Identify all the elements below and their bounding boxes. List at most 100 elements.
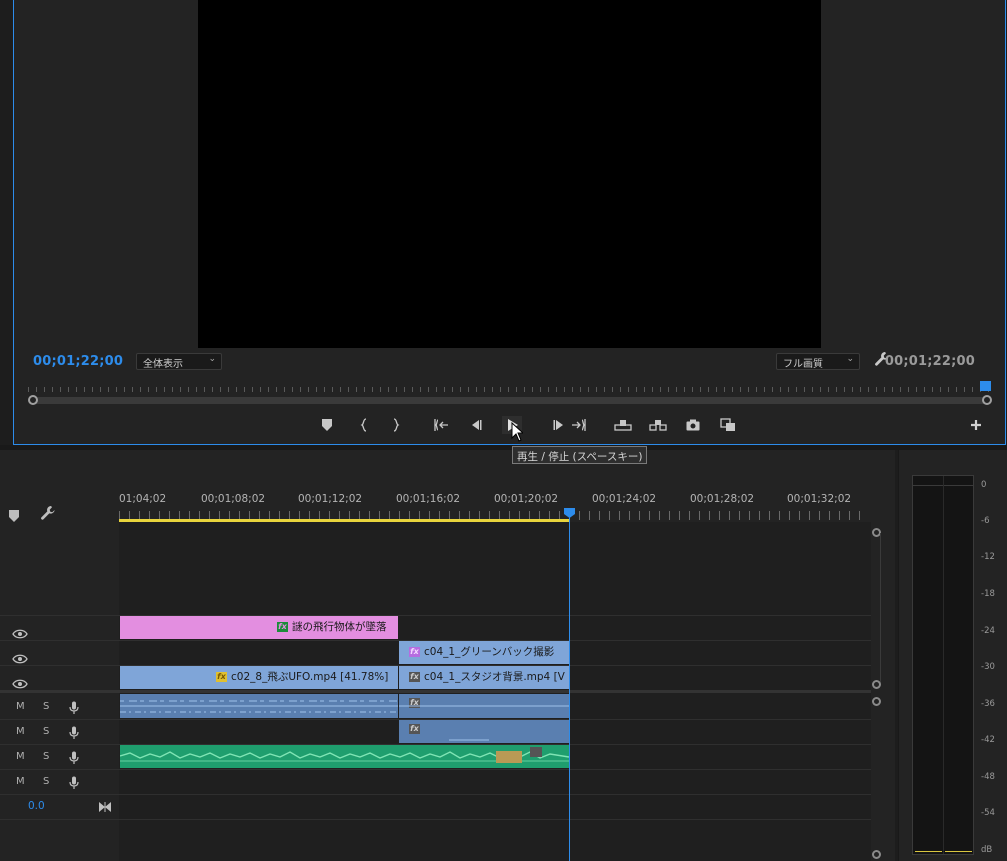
- go-to-in-button[interactable]: [431, 416, 451, 434]
- master-volume-value[interactable]: 0.0: [28, 800, 45, 812]
- track-separator: [0, 819, 871, 820]
- audio-clip[interactable]: fx: [399, 720, 569, 743]
- mute-track-button[interactable]: M: [16, 776, 25, 787]
- go-to-out-button[interactable]: [569, 416, 589, 434]
- green-screen-clip[interactable]: fx c04_1_グリーンバック撮影: [399, 641, 569, 664]
- export-frame-button[interactable]: [683, 416, 703, 434]
- db-label: 0: [981, 480, 987, 490]
- fx-badge-icon: fx: [216, 671, 227, 682]
- audio-meter-panel: 0 -6 -12 -18 -24 -30 -36 -42 -48 -54 dB: [898, 450, 1007, 861]
- video-track-scrollbar[interactable]: [880, 533, 881, 683]
- audio-clip[interactable]: [120, 694, 398, 718]
- camera-icon: [686, 419, 700, 431]
- toggle-track-output-eye-icon[interactable]: [12, 649, 28, 664]
- track-separator: [0, 769, 871, 770]
- toggle-track-output-eye-icon[interactable]: [12, 624, 28, 639]
- zoom-fit-dropdown[interactable]: 全体表示 ⌄: [136, 353, 222, 370]
- music-audio-clip[interactable]: [120, 745, 569, 768]
- solo-track-button[interactable]: S: [43, 776, 49, 787]
- db-label: -24: [981, 626, 995, 636]
- ruler-label: 00;01;16;02: [396, 493, 461, 505]
- step-forward-icon: [553, 420, 563, 430]
- mark-in-button[interactable]: [354, 416, 374, 434]
- mark-in-icon: [360, 418, 367, 432]
- toggle-track-output-eye-icon[interactable]: [12, 674, 28, 689]
- meter-level-right: [945, 851, 972, 852]
- voice-over-record-mic-icon[interactable]: [69, 775, 79, 789]
- title-clip[interactable]: fx 謎の飛行物体が墜落: [120, 616, 398, 639]
- mark-out-icon: [393, 418, 400, 432]
- vertical-zoom-handle[interactable]: [872, 850, 881, 859]
- monitor-playhead[interactable]: [980, 381, 991, 391]
- vertical-zoom-handle[interactable]: [872, 680, 881, 689]
- db-label: -48: [981, 772, 995, 782]
- extract-icon: [649, 420, 667, 431]
- add-button-plus-icon[interactable]: [969, 417, 983, 431]
- mouse-cursor-icon: [511, 421, 525, 446]
- zoom-fit-value: 全体表示: [143, 359, 183, 370]
- ruler-label: 00;01;28;02: [690, 493, 755, 505]
- audio-meter[interactable]: [912, 475, 974, 855]
- mute-track-button[interactable]: M: [16, 701, 25, 712]
- lift-icon: [614, 420, 632, 431]
- add-marker-button[interactable]: [317, 416, 337, 434]
- ruler-label: 00;01;12;02: [298, 493, 363, 505]
- video-preview[interactable]: [198, 0, 821, 348]
- zoom-handle-left[interactable]: [28, 395, 38, 405]
- premiere-window: 00;01;22;00 全体表示 ⌄ フル画質 ⌄ 00;01;22;00 01…: [0, 0, 1007, 861]
- playback-quality-value: フル画質: [783, 359, 823, 370]
- program-monitor: 00;01;22;00 全体表示 ⌄ フル画質 ⌄ 00;01;22;00: [13, 0, 1006, 445]
- ruler-label: 00;01;24;02: [592, 493, 657, 505]
- db-label: -54: [981, 808, 995, 818]
- mark-out-button[interactable]: [386, 416, 406, 434]
- av-divider[interactable]: [0, 690, 871, 693]
- mute-track-button[interactable]: M: [16, 726, 25, 737]
- db-label: -30: [981, 662, 995, 672]
- db-label: -18: [981, 589, 995, 599]
- chevron-down-icon: ⌄: [846, 354, 854, 364]
- extract-button[interactable]: [648, 416, 668, 434]
- ruler-label: 00;01;32;02: [787, 493, 852, 505]
- playhead-line: [569, 518, 570, 861]
- go-to-in-icon: [434, 419, 448, 431]
- studio-bg-clip[interactable]: fx c04_1_スタジオ背景.mp4 [V: [399, 666, 569, 689]
- mute-track-button[interactable]: M: [16, 751, 25, 762]
- marker-icon: [322, 419, 332, 431]
- master-go-to-in-out-icon[interactable]: [99, 797, 111, 816]
- ruler-label: 00;01;20;02: [494, 493, 559, 505]
- step-back-button[interactable]: [466, 416, 486, 434]
- current-timecode[interactable]: 00;01;22;00: [33, 354, 123, 369]
- db-unit-label: dB: [981, 845, 993, 855]
- fx-badge-icon: fx: [277, 621, 288, 632]
- meter-level-left: [915, 851, 942, 852]
- comparison-view-button[interactable]: [718, 416, 738, 434]
- ruler-label: 01;04;02: [119, 493, 167, 505]
- clip-name: 謎の飛行物体が墜落: [292, 621, 387, 633]
- zoom-handle-right[interactable]: [982, 395, 992, 405]
- voice-over-record-mic-icon[interactable]: [69, 725, 79, 739]
- solo-track-button[interactable]: S: [43, 726, 49, 737]
- fx-badge-icon: fx: [409, 671, 420, 682]
- step-forward-button[interactable]: [549, 416, 569, 434]
- db-label: -6: [981, 516, 990, 526]
- comparison-view-icon: [720, 418, 735, 431]
- voice-over-record-mic-icon[interactable]: [69, 700, 79, 714]
- vertical-zoom-handle[interactable]: [872, 697, 881, 706]
- playback-quality-dropdown[interactable]: フル画質 ⌄: [776, 353, 860, 370]
- time-ruler[interactable]: 01;04;02 00;01;08;02 00;01;12;02 00;01;1…: [119, 493, 879, 507]
- clip-name: c02_8_飛ぶUFO.mp4 [41.78%]: [231, 671, 389, 683]
- audio-waveform: [120, 747, 569, 763]
- solo-track-button[interactable]: S: [43, 751, 49, 762]
- audio-clip[interactable]: fx: [399, 694, 569, 718]
- monitor-zoom-scrollbar[interactable]: [34, 397, 989, 404]
- monitor-time-ruler[interactable]: [28, 382, 992, 392]
- voice-over-record-mic-icon[interactable]: [69, 750, 79, 764]
- audio-waveform: [120, 700, 398, 713]
- chevron-down-icon: ⌄: [208, 354, 216, 364]
- solo-track-button[interactable]: S: [43, 701, 49, 712]
- track-separator: [0, 794, 871, 795]
- db-label: -42: [981, 735, 995, 745]
- ufo-video-clip[interactable]: fx c02_8_飛ぶUFO.mp4 [41.78%]: [120, 666, 398, 689]
- play-stop-tooltip: 再生 / 停止 (スペースキー): [512, 446, 648, 464]
- lift-button[interactable]: [613, 416, 633, 434]
